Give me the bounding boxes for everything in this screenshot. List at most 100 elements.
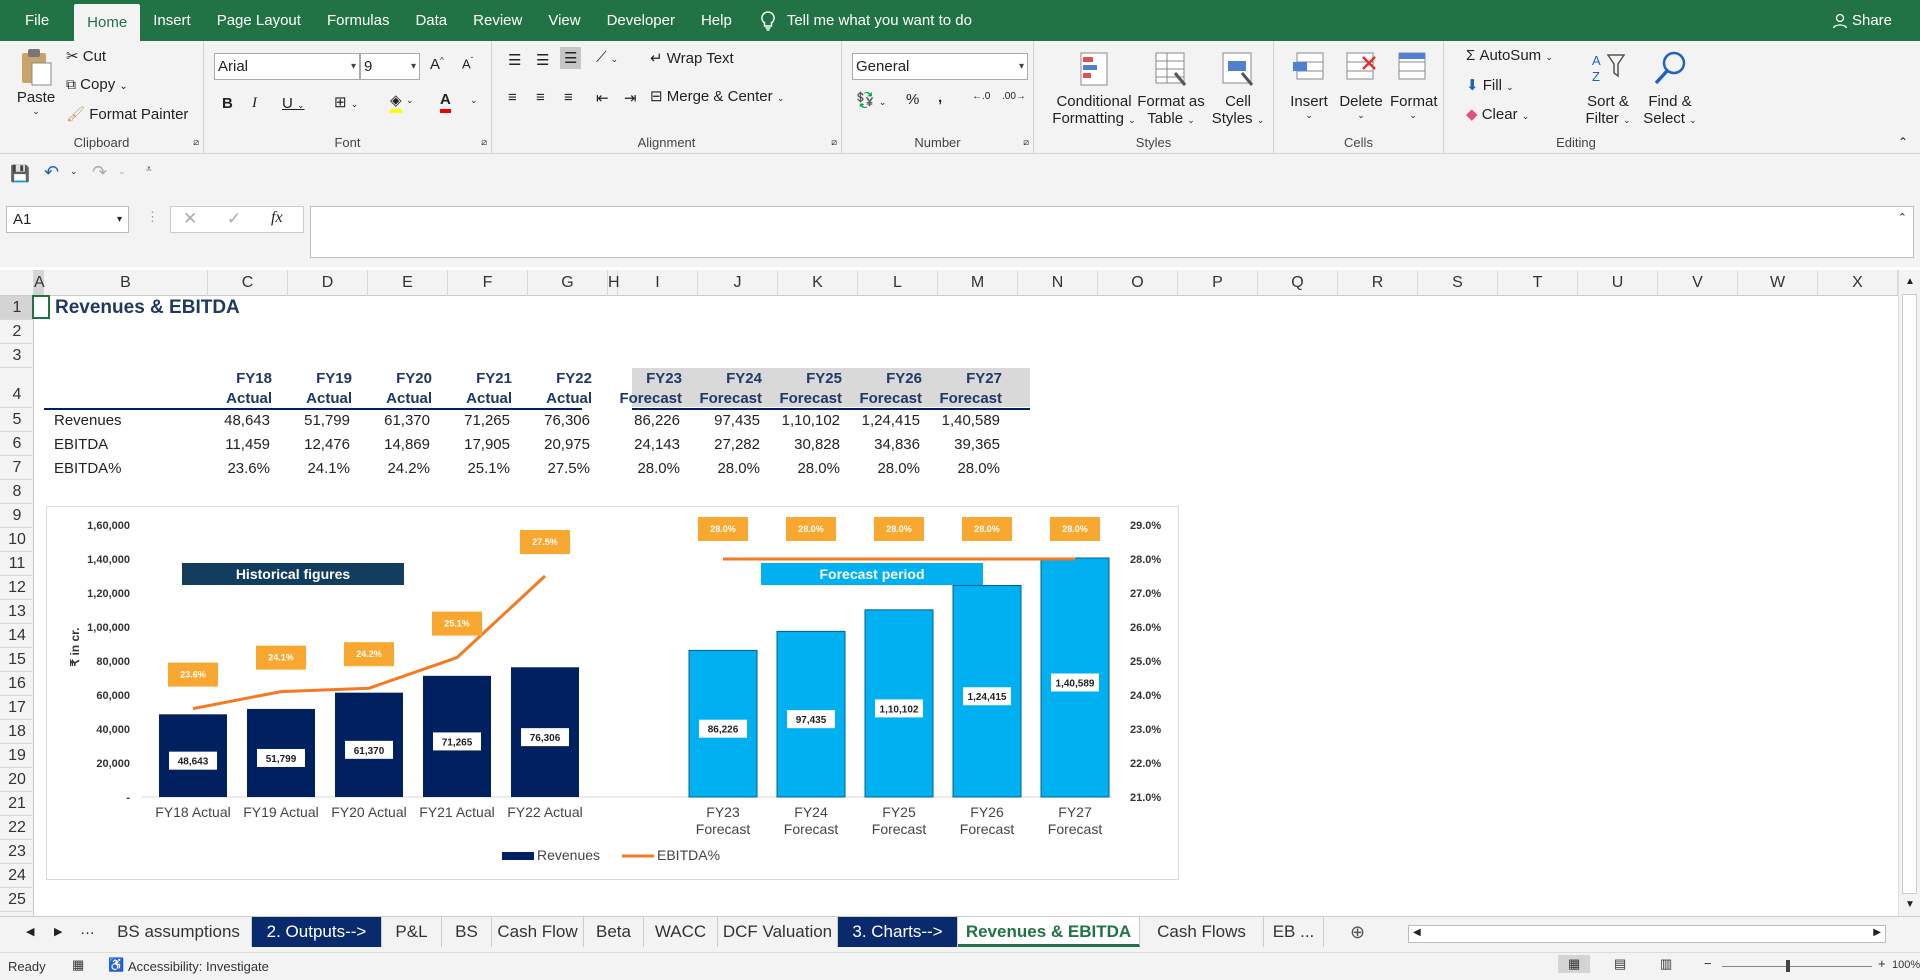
dialog-launcher-icon[interactable]: ⧄ xyxy=(831,137,837,148)
percent-icon[interactable]: % xyxy=(906,91,919,108)
column-header[interactable]: B xyxy=(44,270,208,296)
scroll-left-icon[interactable]: ◀ xyxy=(1413,927,1421,938)
tab-page-layout[interactable]: Page Layout xyxy=(204,0,314,41)
tab-insert[interactable]: Insert xyxy=(140,0,204,41)
clear-button[interactable]: ◆ Clear ⌄ xyxy=(1466,105,1529,123)
prev-sheet-icon[interactable]: ◀ xyxy=(26,925,34,938)
customize-qat-icon[interactable]: ⩡ xyxy=(146,164,152,175)
align-left-icon[interactable]: ≡ xyxy=(508,89,517,106)
decrease-decimal-icon[interactable]: .00→ xyxy=(1002,91,1026,102)
row-header[interactable]: 6 xyxy=(0,432,34,456)
collapse-ribbon-icon[interactable]: ⌃ xyxy=(1898,135,1908,149)
column-header[interactable]: T xyxy=(1498,270,1578,296)
orientation-icon[interactable]: ⟋ ⌄ xyxy=(596,49,618,66)
dialog-launcher-icon[interactable]: ⧄ xyxy=(1023,137,1029,148)
row-header[interactable]: 24 xyxy=(0,864,34,888)
tab-file[interactable]: File xyxy=(0,0,74,41)
font-name-select[interactable]: Arial ▾ xyxy=(214,53,360,80)
horizontal-scrollbar[interactable]: ◀ ▶ xyxy=(1408,925,1886,943)
zoom-out-icon[interactable]: − xyxy=(1704,956,1712,971)
sheet-tab[interactable]: EB ... xyxy=(1264,917,1324,947)
sheet-tab[interactable]: 3. Charts--> xyxy=(838,917,958,947)
sort-filter-button[interactable]: AZ Sort & Filter ⌄ xyxy=(1578,49,1638,127)
normal-view-icon[interactable]: ▦ xyxy=(1558,955,1591,973)
tab-data[interactable]: Data xyxy=(402,0,460,41)
currency-icon[interactable]: 💱 ⌄ xyxy=(856,91,886,109)
row-header[interactable]: 20 xyxy=(0,768,34,792)
row-header[interactable]: 12 xyxy=(0,576,34,600)
zoom-slider[interactable] xyxy=(1722,960,1872,972)
add-sheet-icon[interactable]: ⊕ xyxy=(1350,922,1365,943)
sheet-tab[interactable]: 2. Outputs--> xyxy=(252,917,382,947)
column-header[interactable]: D xyxy=(288,270,368,296)
cut-button[interactable]: ✂ Cut xyxy=(66,47,106,65)
row-header[interactable]: 23 xyxy=(0,840,34,864)
next-sheet-icon[interactable]: ▶ xyxy=(54,925,62,938)
row-header[interactable]: 8 xyxy=(0,480,34,504)
worksheet-grid[interactable]: Revenues & EBITDA FY18 Actual FY19 Actual FY… xyxy=(32,295,1898,916)
increase-font-icon[interactable]: A^ xyxy=(430,56,444,73)
italic-icon[interactable]: I xyxy=(252,95,257,112)
scroll-thumb[interactable] xyxy=(1902,294,1917,894)
font-color-dropdown-icon[interactable]: ⌄ xyxy=(470,95,478,106)
select-all-corner[interactable] xyxy=(0,270,34,296)
copy-button[interactable]: ⧉ Copy ⌄ xyxy=(66,76,128,93)
column-header[interactable]: O xyxy=(1098,270,1178,296)
decrease-font-icon[interactable]: Aˇ xyxy=(462,56,473,71)
row-header[interactable]: 13 xyxy=(0,600,34,624)
row-header[interactable]: 14 xyxy=(0,624,34,648)
tab-home[interactable]: Home xyxy=(74,4,141,41)
fill-color-icon[interactable]: ◈ xyxy=(390,93,402,113)
sheet-tab[interactable]: P&L xyxy=(382,917,442,947)
column-header[interactable]: K xyxy=(778,270,858,296)
find-select-button[interactable]: Find & Select ⌄ xyxy=(1640,49,1700,127)
page-layout-view-icon[interactable]: ▤ xyxy=(1614,956,1626,972)
column-header[interactable]: W xyxy=(1738,270,1818,296)
cell-styles-button[interactable]: Cell Styles ⌄ xyxy=(1208,49,1268,127)
column-header[interactable]: U xyxy=(1578,270,1658,296)
paste-button[interactable]: Paste ⌄ xyxy=(16,47,56,117)
scroll-down-icon[interactable]: ▼ xyxy=(1905,899,1915,910)
redo-dropdown-icon[interactable]: ⌄ xyxy=(118,166,126,177)
merge-center-button[interactable]: ⊟ Merge & Center ⌄ xyxy=(650,87,784,105)
insert-cells-button[interactable]: Insert ⌄ xyxy=(1286,49,1332,121)
undo-icon[interactable]: ↶ xyxy=(44,162,59,183)
save-icon[interactable]: 💾 xyxy=(10,164,30,184)
decrease-indent-icon[interactable]: ⇤ xyxy=(596,89,609,107)
row-header[interactable]: 25 xyxy=(0,888,34,912)
zoom-level[interactable]: 100% xyxy=(1892,959,1920,971)
sheet-tab[interactable]: DCF Valuation xyxy=(718,917,838,947)
align-bottom-icon[interactable]: ☰ xyxy=(560,47,582,69)
row-header[interactable]: 19 xyxy=(0,744,34,768)
column-header[interactable]: R xyxy=(1338,270,1418,296)
accessibility-status[interactable]: Accessibility: Investigate xyxy=(128,959,269,974)
column-header[interactable]: F xyxy=(448,270,528,296)
number-format-select[interactable]: General ▾ xyxy=(852,53,1028,80)
chart-area[interactable]: - 20,000 40,000 60,000 80,000 1,00,000 1,20,00… xyxy=(46,506,1179,880)
column-header[interactable]: A xyxy=(34,270,45,296)
row-header[interactable]: 21 xyxy=(0,792,34,816)
sheet-tab[interactable]: BS xyxy=(442,917,492,947)
align-center-icon[interactable]: ≡ xyxy=(536,89,545,106)
tell-me-box[interactable]: Tell me what you want to do xyxy=(759,0,972,41)
enter-icon[interactable]: ✓ xyxy=(227,209,241,229)
align-top-icon[interactable]: ☰ xyxy=(508,51,521,69)
font-size-select[interactable]: 9 ▾ xyxy=(360,53,420,80)
row-header[interactable]: 1 xyxy=(0,296,34,320)
page-break-view-icon[interactable]: ▥ xyxy=(1660,956,1672,972)
column-header[interactable]: X xyxy=(1818,270,1898,296)
scroll-right-icon[interactable]: ▶ xyxy=(1873,927,1881,938)
underline-icon[interactable]: U ⌄ xyxy=(282,95,305,112)
font-color-icon[interactable]: A xyxy=(440,91,451,113)
sheet-tab[interactable]: Revenues & EBITDA xyxy=(958,917,1140,947)
expand-formula-icon[interactable]: ⌃ xyxy=(1898,211,1907,224)
format-cells-button[interactable]: Format ⌄ xyxy=(1390,49,1438,121)
undo-dropdown-icon[interactable]: ⌄ xyxy=(70,166,78,177)
column-header[interactable]: H xyxy=(608,270,620,296)
column-header[interactable]: N xyxy=(1018,270,1098,296)
insert-function-icon[interactable]: fx xyxy=(271,209,283,227)
row-header[interactable]: 3 xyxy=(0,344,34,368)
scroll-up-icon[interactable]: ▲ xyxy=(1905,276,1915,287)
tab-developer[interactable]: Developer xyxy=(594,0,688,41)
format-painter-button[interactable]: 🖌 Format Painter xyxy=(66,105,188,123)
